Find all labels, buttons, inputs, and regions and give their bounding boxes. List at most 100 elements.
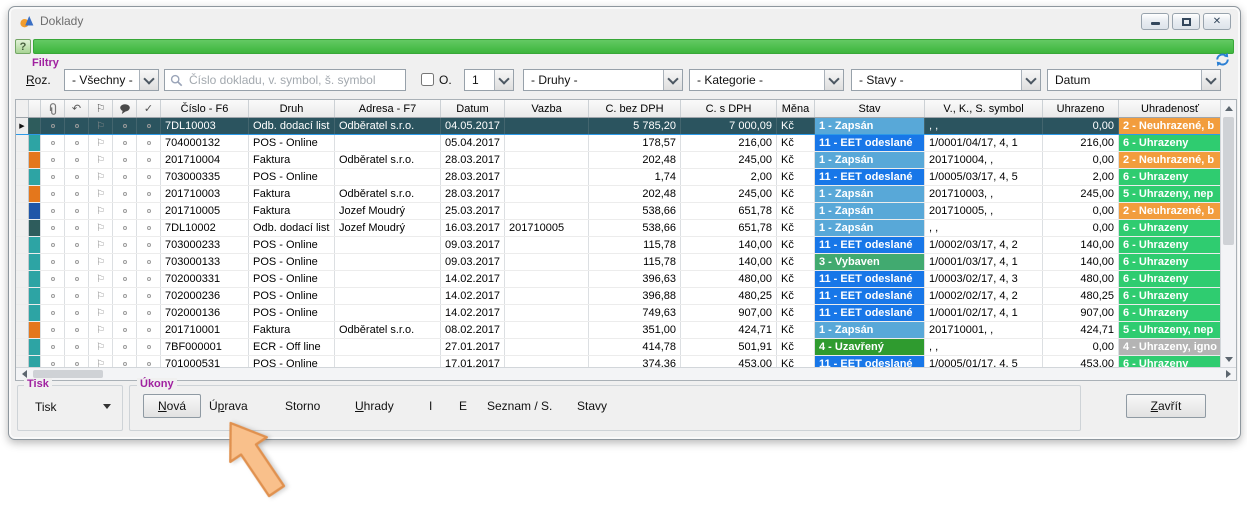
cell-cislo: 7BF000001: [161, 339, 249, 355]
vertical-scrollbar[interactable]: [1220, 100, 1236, 367]
table-row[interactable]: ⚐702000331POS - Online14.02.2017396,6348…: [16, 271, 1222, 288]
datum-select-arrow[interactable]: [1201, 70, 1220, 90]
column-header-adresa[interactable]: Adresa - F7: [335, 100, 441, 117]
cell-uhradenost: 5 - Uhrazeny, nep: [1119, 186, 1222, 202]
cell-stav: 3 - Vybaven: [815, 254, 925, 270]
cell-adresa: [335, 271, 441, 287]
tisk-dropdown[interactable]: Tisk: [29, 395, 117, 418]
cell-mena: Kč: [777, 135, 815, 151]
cell-stav: 4 - Uzavřený: [815, 339, 925, 355]
table-row[interactable]: ⚐7DL10002Odb. dodací listJozef Moudrý16.…: [16, 220, 1222, 237]
cell-bez-dph: 202,48: [589, 186, 681, 202]
zavrit-button[interactable]: Zavřít: [1126, 394, 1206, 418]
uhrady-button[interactable]: Uhrady: [351, 394, 398, 418]
scroll-up-button[interactable]: [1221, 100, 1236, 116]
search-box[interactable]: [164, 69, 406, 91]
o-checkbox[interactable]: [421, 73, 434, 86]
table-row[interactable]: ⚐703000233POS - Online09.03.2017115,7814…: [16, 237, 1222, 254]
comment-icon[interactable]: [113, 100, 137, 117]
help-button[interactable]: ?: [15, 39, 31, 54]
cell-mena: Kč: [777, 118, 815, 134]
table-row[interactable]: ⚐201710003FakturaOdběratel s.r.o.28.03.2…: [16, 186, 1222, 203]
horizontal-scroll-thumb[interactable]: [33, 370, 103, 378]
paperclip-icon[interactable]: [41, 100, 65, 117]
undo-icon[interactable]: ↶: [65, 100, 89, 117]
table-row[interactable]: ⚐702000236POS - Online14.02.2017396,8848…: [16, 288, 1222, 305]
chevron-down-icon: [667, 73, 678, 84]
status-dot-icon: [137, 271, 161, 287]
column-header-stav[interactable]: Stav: [815, 100, 925, 117]
close-button[interactable]: ✕: [1203, 13, 1231, 30]
horizontal-scrollbar[interactable]: [16, 367, 1236, 380]
table-row[interactable]: ⚐7BF000001ECR - Off line27.01.2017414,78…: [16, 339, 1222, 356]
count-select-arrow[interactable]: [494, 70, 513, 90]
cell-vazba: [505, 254, 589, 270]
table-row[interactable]: ⚐703000133POS - Online09.03.2017115,7814…: [16, 254, 1222, 271]
refresh-icon[interactable]: [1214, 51, 1231, 68]
cell-datum: 08.02.2017: [441, 322, 505, 338]
vertical-scroll-thumb[interactable]: [1223, 117, 1234, 245]
check-icon[interactable]: ✓: [137, 100, 161, 117]
flag-icon: ⚐: [89, 288, 113, 304]
maximize-button[interactable]: [1172, 13, 1200, 30]
minimize-button[interactable]: [1141, 13, 1169, 30]
stavy-select[interactable]: - Stavy -: [851, 69, 1041, 91]
column-header-vazba[interactable]: Vazba: [505, 100, 589, 117]
table-row[interactable]: ⚐703000335POS - Online28.03.20171,742,00…: [16, 169, 1222, 186]
table-row[interactable]: ⚐702000136POS - Online14.02.2017749,6390…: [16, 305, 1222, 322]
column-header-bez-dph[interactable]: C. bez DPH: [589, 100, 681, 117]
e-button[interactable]: E: [455, 394, 471, 418]
stavy-button[interactable]: Stavy: [573, 394, 611, 418]
color-column-header: [29, 100, 41, 117]
roz-label[interactable]: Roz.: [26, 73, 51, 87]
count-select[interactable]: 1: [464, 69, 514, 91]
cell-bez-dph: 351,00: [589, 322, 681, 338]
i-button[interactable]: I: [425, 394, 436, 418]
chevron-down-icon: [143, 73, 154, 84]
scroll-down-button[interactable]: [1221, 351, 1236, 367]
table-row[interactable]: ⚐201710001FakturaOdběratel s.r.o.08.02.2…: [16, 322, 1222, 339]
column-header-datum[interactable]: Datum: [441, 100, 505, 117]
table-row[interactable]: ▶⚐7DL10003Odb. dodací listOdběratel s.r.…: [16, 118, 1222, 135]
grid-body: ▶⚐7DL10003Odb. dodací listOdběratel s.r.…: [16, 118, 1222, 373]
search-input[interactable]: [187, 72, 405, 88]
cell-adresa: Odběratel s.r.o.: [335, 152, 441, 168]
arrow-up-icon: [1225, 106, 1233, 111]
flag-icon[interactable]: ⚐: [89, 100, 113, 117]
kategorie-select[interactable]: - Kategorie -: [689, 69, 844, 91]
rozsah-select-arrow[interactable]: [139, 70, 158, 90]
status-dot-icon: [113, 186, 137, 202]
druhy-select[interactable]: - Druhy -: [523, 69, 683, 91]
column-header-symbol[interactable]: V., K., S. symbol: [925, 100, 1043, 117]
table-row[interactable]: ⚐704000132POS - Online05.04.2017178,5721…: [16, 135, 1222, 152]
column-header-s-dph[interactable]: C. s DPH: [681, 100, 777, 117]
datum-select[interactable]: Datum: [1047, 69, 1221, 91]
rozsah-select[interactable]: - Všechny -: [64, 69, 159, 91]
kategorie-select-arrow[interactable]: [824, 70, 843, 90]
cell-uhradenost: 6 - Uhrazeny: [1119, 305, 1222, 321]
cell-uhradenost: 2 - Neuhrazené, b: [1119, 118, 1222, 134]
flag-icon: ⚐: [89, 203, 113, 219]
seznam-button[interactable]: Seznam / S.: [483, 394, 556, 418]
stavy-select-arrow[interactable]: [1021, 70, 1040, 90]
cell-bez-dph: 414,78: [589, 339, 681, 355]
column-header-mena[interactable]: Měna: [777, 100, 815, 117]
druhy-select-arrow[interactable]: [663, 70, 682, 90]
cell-druh: Faktura: [249, 186, 335, 202]
table-row[interactable]: ⚐201710004FakturaOdběratel s.r.o.28.03.2…: [16, 152, 1222, 169]
cell-symbol: 1/0002/03/17, 4, 2: [925, 237, 1043, 253]
caret-down-icon: [103, 404, 111, 413]
title-bar[interactable]: Doklady ✕: [9, 7, 1240, 35]
cell-vazba: [505, 169, 589, 185]
scroll-right-button[interactable]: [1220, 368, 1236, 380]
table-row[interactable]: ⚐201710005FakturaJozef Moudrý25.03.20175…: [16, 203, 1222, 220]
column-header-cislo[interactable]: Číslo - F6: [161, 100, 249, 117]
nova-button[interactable]: Nová: [143, 394, 201, 418]
flag-icon: ⚐: [89, 135, 113, 151]
cell-stav: 1 - Zapsán: [815, 322, 925, 338]
column-header-uhradenost[interactable]: Uhradenosť: [1119, 100, 1222, 117]
column-header-uhrazeno[interactable]: Uhrazeno: [1043, 100, 1119, 117]
cell-cislo: 7DL10003: [161, 118, 249, 134]
column-header-druh[interactable]: Druh: [249, 100, 335, 117]
cell-s-dph: 501,91: [681, 339, 777, 355]
